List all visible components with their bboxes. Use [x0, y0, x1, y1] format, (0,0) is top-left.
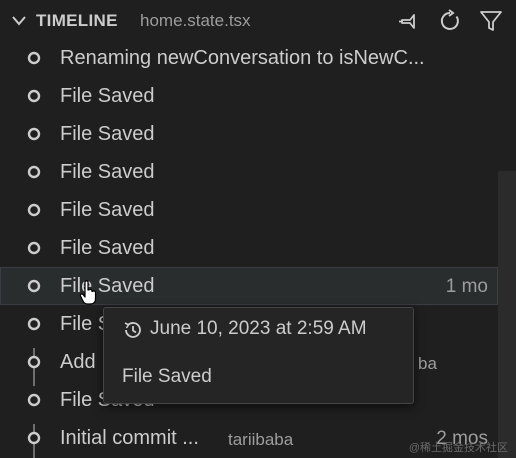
file-save-node-icon [26, 392, 42, 408]
list-item-label: File Saved [60, 275, 155, 297]
list-item[interactable]: File Saved [0, 153, 498, 191]
commit-author: ba [418, 354, 437, 373]
list-item-label: Renaming newConversation to isNewC... [60, 47, 425, 69]
commit-author: tariibaba [228, 430, 294, 449]
commit-node-icon [26, 354, 42, 370]
list-item-label: File Saved [60, 161, 155, 183]
filter-icon[interactable] [478, 8, 504, 34]
chevron-down-icon[interactable] [10, 13, 28, 29]
tooltip-date: June 10, 2023 at 2:59 AM [150, 318, 367, 339]
file-save-node-icon [26, 164, 42, 180]
scrollbar[interactable] [498, 171, 516, 458]
file-save-node-icon [26, 278, 42, 294]
list-item-label: File Saved [60, 85, 155, 107]
list-item-label: Add [60, 351, 96, 373]
file-save-node-icon [26, 88, 42, 104]
list-item-hovered[interactable]: File Saved 1 mo [0, 267, 498, 305]
list-item-label: Initial commit ... [60, 427, 199, 449]
file-save-node-icon [26, 316, 42, 332]
list-item[interactable]: File Saved [0, 191, 498, 229]
tooltip-message: File Saved [122, 366, 212, 387]
timeline-header[interactable]: TIMELINE home.state.tsx [0, 0, 516, 42]
file-save-node-icon [26, 50, 42, 66]
list-item[interactable]: File Saved [0, 229, 498, 267]
file-save-node-icon [26, 240, 42, 256]
history-icon [122, 319, 144, 341]
list-item-label: File Saved [60, 123, 155, 145]
file-save-node-icon [26, 202, 42, 218]
timeline-file-name: home.state.tsx [140, 11, 251, 30]
list-item[interactable]: File Saved [0, 77, 498, 115]
list-item[interactable]: File Saved [0, 115, 498, 153]
list-item[interactable]: Renaming newConversation to isNewC... [0, 39, 498, 77]
hover-tooltip: June 10, 2023 at 2:59 AM File Saved [103, 307, 414, 404]
timeline-title: TIMELINE [36, 11, 118, 30]
list-item-label: File Saved [60, 237, 155, 259]
pin-icon[interactable] [396, 8, 422, 34]
hand-cursor-icon [78, 280, 98, 306]
refresh-icon[interactable] [437, 8, 463, 34]
watermark: @稀土掘金技术社区 [408, 442, 508, 454]
commit-node-icon [26, 430, 42, 446]
list-item-label: File Saved [60, 199, 155, 221]
timeline-panel: TIMELINE home.state.tsx Renaming newConv… [0, 0, 516, 458]
file-save-node-icon [26, 126, 42, 142]
relative-time: 1 mo [445, 276, 488, 297]
